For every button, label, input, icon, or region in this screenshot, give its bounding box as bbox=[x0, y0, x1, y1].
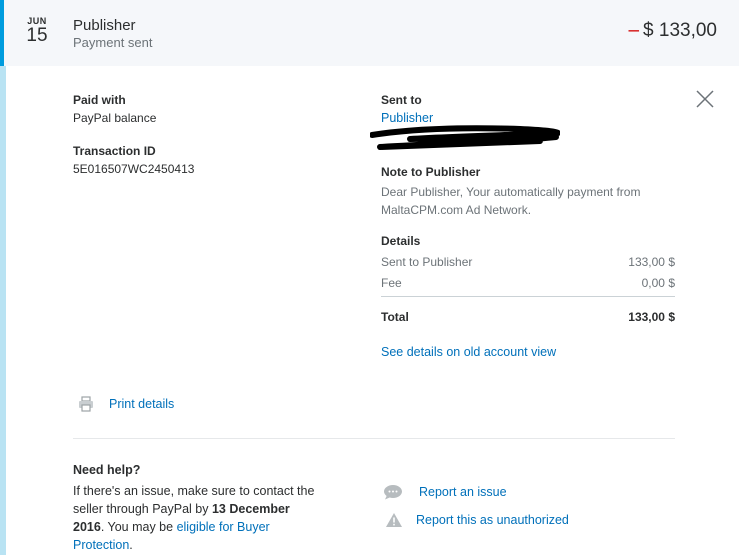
transaction-status: Payment sent bbox=[73, 35, 153, 50]
transaction-header[interactable]: JUN 15 Publisher Payment sent – $ 133,00 bbox=[0, 0, 739, 66]
sent-to-label: Sent to bbox=[381, 93, 422, 107]
details-row-value: 133,00 $ bbox=[628, 255, 675, 269]
print-details-link[interactable]: Print details bbox=[109, 397, 174, 411]
details-row-label: Sent to Publisher bbox=[381, 255, 473, 269]
date-day: 15 bbox=[26, 25, 48, 46]
details-label: Details bbox=[381, 234, 421, 248]
report-unauthorized-link[interactable]: Report this as unauthorized bbox=[416, 513, 569, 527]
transaction-date: JUN 15 bbox=[22, 16, 52, 46]
details-row-label: Fee bbox=[381, 276, 402, 290]
help-text-part: . bbox=[129, 538, 133, 552]
total-value: 133,00 $ bbox=[628, 310, 675, 324]
transaction-id-label: Transaction ID bbox=[73, 144, 156, 158]
printer-icon[interactable] bbox=[78, 396, 94, 412]
details-row-value: 0,00 $ bbox=[641, 276, 675, 290]
chat-bubble-icon[interactable] bbox=[383, 484, 403, 500]
redaction-mark bbox=[369, 125, 561, 151]
paid-with-value: PayPal balance bbox=[73, 111, 157, 125]
need-help-title: Need help? bbox=[73, 463, 141, 477]
old-account-view-link[interactable]: See details on old account view bbox=[381, 345, 556, 359]
report-issue-link[interactable]: Report an issue bbox=[419, 485, 507, 499]
transaction-counterparty: Publisher bbox=[73, 17, 136, 34]
note-text: Dear Publisher, Your automatically payme… bbox=[381, 185, 641, 217]
note-label: Note to Publisher bbox=[381, 165, 481, 179]
details-row: Fee 0,00 $ bbox=[381, 276, 675, 290]
help-text-part: . You may be bbox=[100, 520, 177, 534]
paid-with-label: Paid with bbox=[73, 93, 126, 107]
amount-value: $ 133,00 bbox=[643, 20, 717, 41]
help-text: If there's an issue, make sure to contac… bbox=[73, 482, 323, 554]
detail-left-border bbox=[0, 66, 6, 555]
transaction-amount: – $ 133,00 bbox=[628, 20, 717, 42]
amount-sign: – bbox=[628, 20, 640, 41]
details-row: Sent to Publisher 133,00 $ bbox=[381, 255, 675, 269]
close-icon[interactable] bbox=[695, 89, 715, 109]
total-divider bbox=[381, 296, 675, 297]
total-row: Total 133,00 $ bbox=[381, 310, 675, 324]
transaction-id-value: 5E016507WC2450413 bbox=[73, 162, 195, 176]
total-label: Total bbox=[381, 310, 409, 324]
section-divider bbox=[73, 438, 675, 439]
sent-to-publisher-link[interactable]: Publisher bbox=[381, 111, 433, 125]
warning-icon[interactable] bbox=[385, 512, 403, 528]
